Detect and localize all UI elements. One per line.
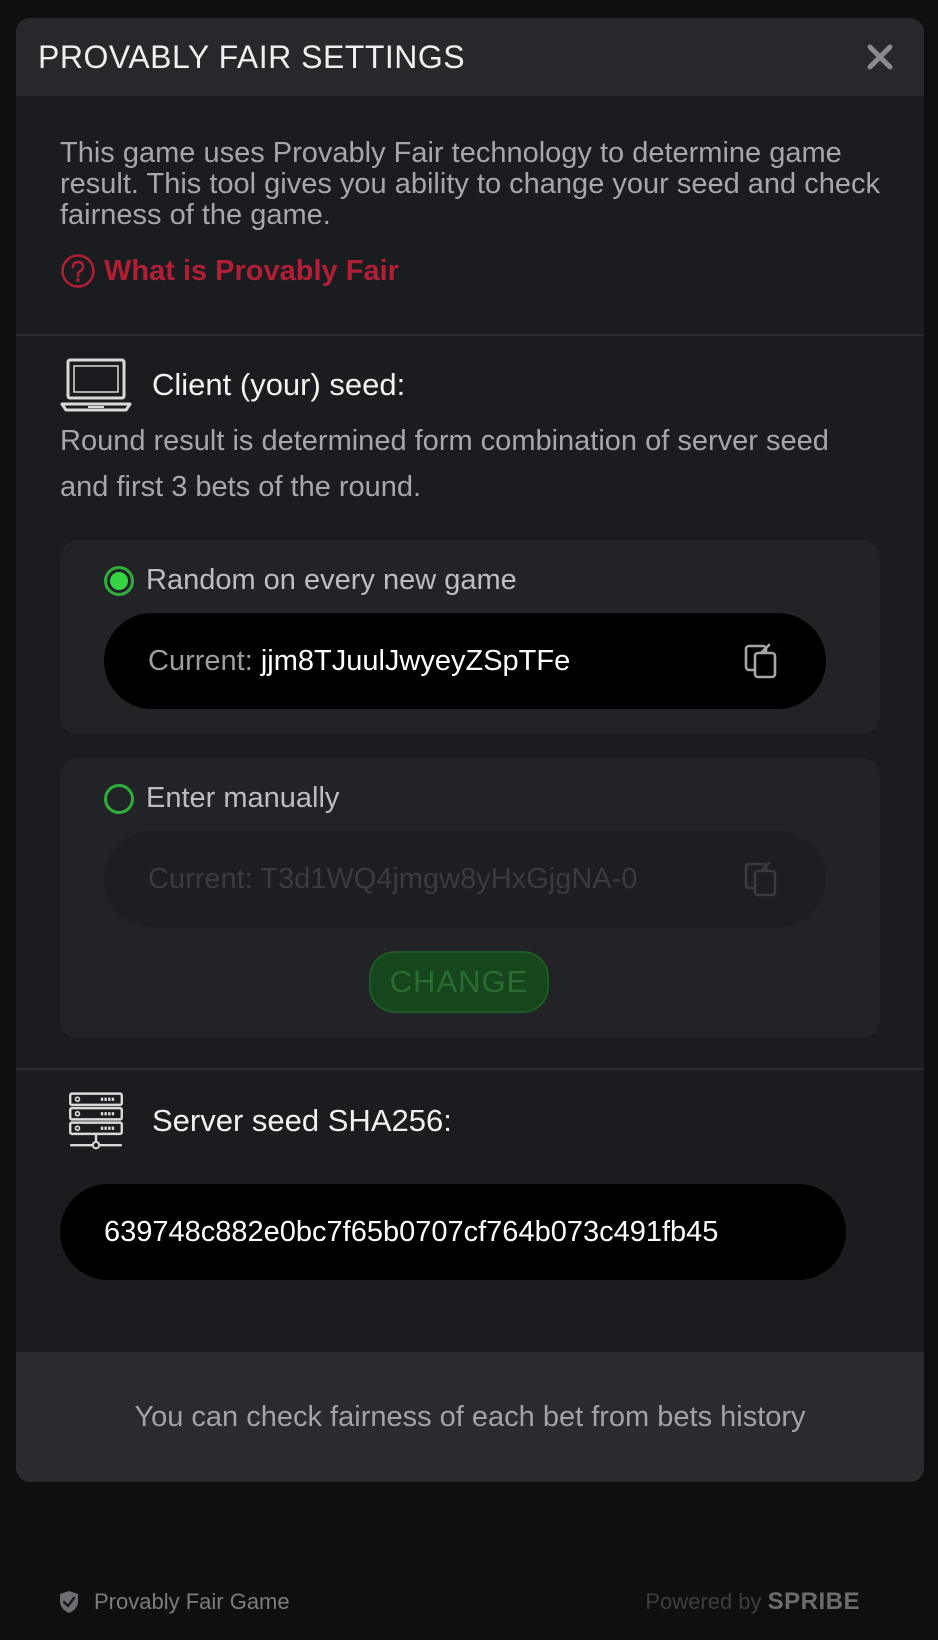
close-button[interactable] xyxy=(860,37,900,77)
laptop-icon xyxy=(60,358,132,412)
random-seed-option: Random on every new game Current: jjm8TJ… xyxy=(60,540,880,734)
link-label: What is Provably Fair xyxy=(104,254,399,287)
client-seed-label: Client (your) seed: xyxy=(152,367,406,402)
client-seed-header: Client (your) seed: xyxy=(60,356,880,414)
random-seed-value: jjm8TJuulJwyeyZSpTFe xyxy=(260,644,571,677)
fairness-history-note: You can check fairness of each bet from … xyxy=(16,1352,924,1482)
provably-fair-game-badge: Provably Fair Game xyxy=(58,1589,290,1615)
random-seed-current: Current: jjm8TJuulJwyeyZSpTFe xyxy=(104,613,826,709)
manual-seed-radio-row[interactable]: Enter manually xyxy=(104,782,858,815)
client-seed-description: Round result is determined form combinat… xyxy=(60,425,829,503)
server-seed-value: 639748c882e0bc7f65b0707cf764b073c491fb45 xyxy=(104,1215,719,1248)
copy-icon[interactable] xyxy=(742,642,780,680)
modal-header: PROVABLY FAIR SETTINGS xyxy=(16,18,924,96)
server-seed-field[interactable]: 639748c882e0bc7f65b0707cf764b073c491fb45 xyxy=(60,1184,846,1280)
intro-section: This game uses Provably Fair technology … xyxy=(16,96,924,336)
intro-text: This game uses Provably Fair technology … xyxy=(60,137,880,231)
manual-seed-value: T3d1WQ4jmgw8yHxGjgNA-0 xyxy=(260,862,638,895)
random-seed-radio[interactable] xyxy=(104,565,134,596)
powered-by: Powered by SPRIBE xyxy=(645,1588,860,1616)
close-icon xyxy=(867,44,893,70)
provably-fair-modal: PROVABLY FAIR SETTINGS This game uses Pr… xyxy=(16,18,924,1482)
manual-seed-option: Enter manually Current: T3d1WQ4jmgw8yHxG… xyxy=(60,758,880,1038)
client-seed-section: Client (your) seed: Round result is dete… xyxy=(16,336,924,1070)
server-seed-label: Server seed SHA256: xyxy=(152,1103,452,1138)
fairness-history-text: You can check fairness of each bet from … xyxy=(134,1400,806,1433)
random-seed-text: Current: jjm8TJuulJwyeyZSpTFe xyxy=(148,645,570,678)
brand-logo: SPRIBE xyxy=(767,1588,860,1615)
bottom-bar: Provably Fair Game Powered by SPRIBE xyxy=(58,1588,860,1616)
manual-seed-label: Enter manually xyxy=(146,782,340,814)
page: PROVABLY FAIR SETTINGS This game uses Pr… xyxy=(0,0,938,1640)
modal-title: PROVABLY FAIR SETTINGS xyxy=(38,38,466,75)
question-circle-icon xyxy=(61,254,95,288)
provably-fair-game-label: Provably Fair Game xyxy=(94,1589,290,1614)
radio-selected-dot xyxy=(110,571,128,590)
copy-icon xyxy=(744,861,777,897)
server-seed-section: Server seed SHA256: 639748c882e0bc7f65b0… xyxy=(16,1070,924,1336)
current-prefix: Current: xyxy=(148,862,261,895)
what-is-provably-fair-link[interactable]: What is Provably Fair xyxy=(60,253,880,289)
server-seed-header: Server seed SHA256: xyxy=(60,1092,880,1150)
manual-seed-radio[interactable] xyxy=(104,783,134,814)
manual-seed-current: Current: T3d1WQ4jmgw8yHxGjgNA-0 xyxy=(104,831,826,927)
server-icon xyxy=(69,1092,123,1150)
manual-seed-text: Current: T3d1WQ4jmgw8yHxGjgNA-0 xyxy=(148,863,637,896)
random-seed-label: Random on every new game xyxy=(146,564,517,596)
shield-check-icon xyxy=(60,1591,78,1613)
powered-by-prefix: Powered by xyxy=(645,1589,768,1614)
current-prefix: Current: xyxy=(148,644,261,677)
change-seed-button[interactable]: CHANGE xyxy=(369,951,549,1013)
random-seed-radio-row[interactable]: Random on every new game xyxy=(104,564,858,597)
